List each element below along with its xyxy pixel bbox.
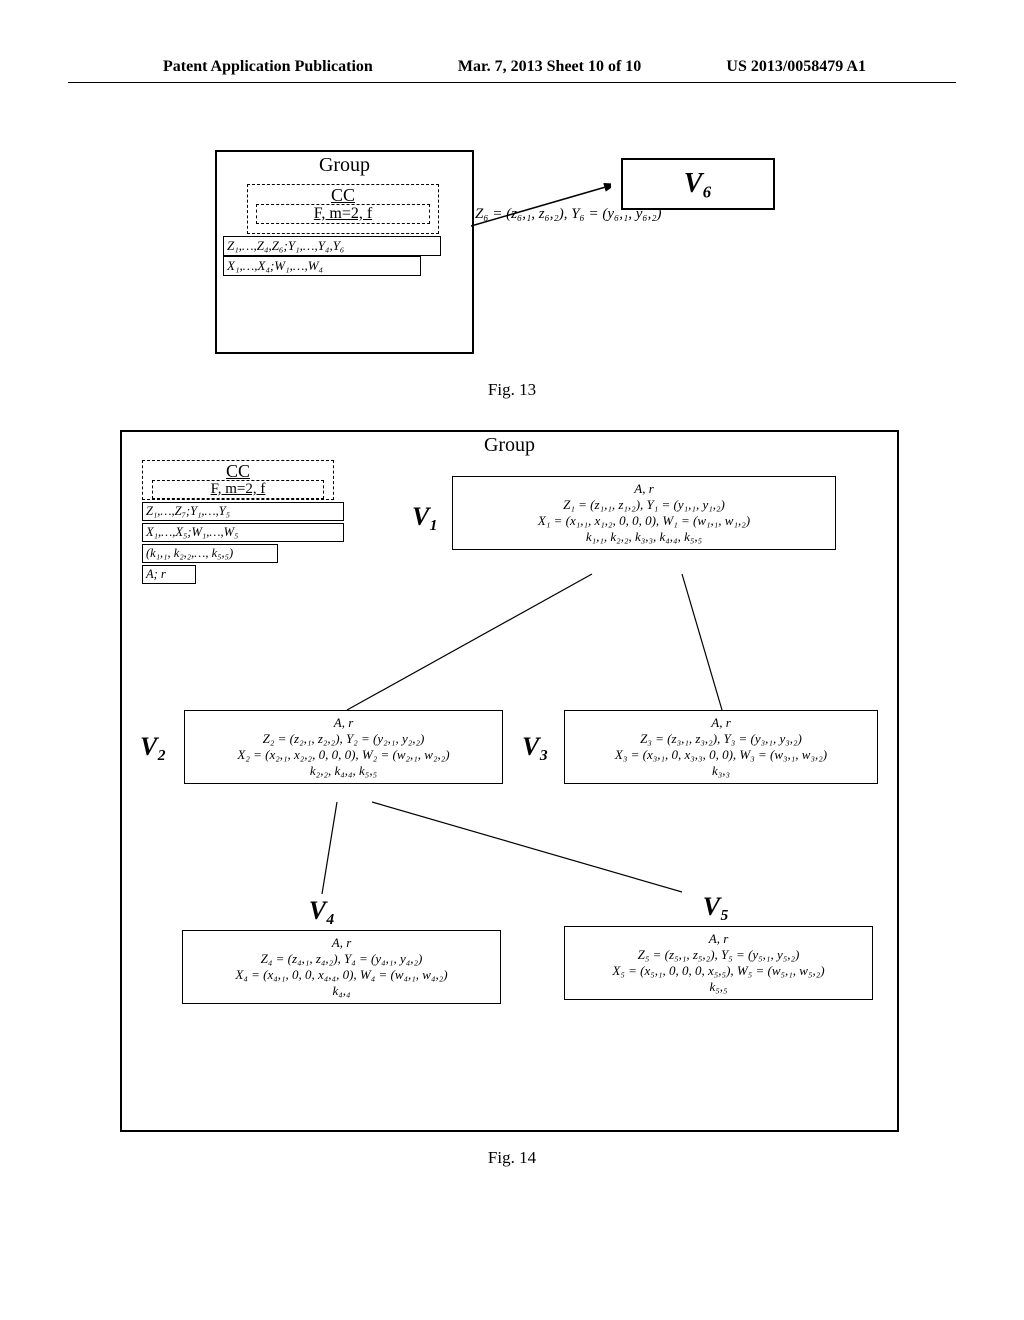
v1-label: V₁: [412, 502, 438, 532]
v4-box: A, r Z₄ = (z₄,₁, z₄,₂), Y₄ = (y₄,₁, y₄,₂…: [182, 930, 501, 1004]
param-row-xw: X₁,…,X₄;W₁,…,W₄: [223, 256, 421, 276]
param-row-zy: Z₁,…,Z₇;Y₁,…,Y₅: [142, 502, 344, 521]
v1-box: A, r Z₁ = (z₁,₁, z₁,₂), Y₁ = (y₁,₁, y₁,₂…: [452, 476, 836, 550]
v1-ar: A, r: [459, 481, 829, 497]
v6-box: V₆: [621, 158, 775, 210]
v4-label: V₄: [292, 896, 352, 926]
v3-k: k₃,₃: [571, 763, 871, 779]
v4-k: k₄,₄: [189, 983, 494, 999]
v1-xw: X₁ = (x₁,₁, x₁,₂, 0, 0, 0), W₁ = (w₁,₁, …: [459, 513, 829, 529]
v2-label: V₂: [140, 732, 166, 762]
v1-zy: Z₁ = (z₁,₁, z₁,₂), Y₁ = (y₁,₁, y₁,₂): [459, 497, 829, 513]
v5-xw: X₅ = (x₅,₁, 0, 0, 0, x₅,₅), W₅ = (w₅,₁, …: [571, 963, 866, 979]
cc-cluster: CC F, m=2, f Z₁,…,Z₇;Y₁,…,Y₅ X₁,…,X₅;W₁,…: [142, 460, 362, 584]
v2-zy: Z₂ = (z₂,₁, z₂,₂), Y₂ = (y₂,₁, y₂,₂): [191, 731, 496, 747]
group-box: Group CC F, m=2, f Z₁,…,Z₄,Z₆;Y₁,…,Y₄,Y₆…: [215, 150, 474, 354]
v3-ar: A, r: [571, 715, 871, 731]
param-row-k: (k₁,₁, k₂,₂,…, k₅,₅): [142, 544, 278, 563]
page-header: Patent Application Publication Mar. 7, 2…: [68, 0, 956, 83]
v5-box: A, r Z₅ = (z₅,₁, z₅,₂), Y₅ = (y₅,₁, y₅,₂…: [564, 926, 873, 1000]
v2-box: A, r Z₂ = (z₂,₁, z₂,₂), Y₂ = (y₂,₁, y₂,₂…: [184, 710, 503, 784]
v4-ar: A, r: [189, 935, 494, 951]
header-left: Patent Application Publication: [163, 58, 373, 76]
v3-zy: Z₃ = (z₃,₁, z₃,₂), Y₃ = (y₃,₁, y₃,₂): [571, 731, 871, 747]
v5-zy: Z₅ = (z₅,₁, z₅,₂), Y₅ = (y₅,₁, y₅,₂): [571, 947, 866, 963]
figure-14-caption: Fig. 14: [0, 1148, 1024, 1168]
v1-k: k₁,₁, k₂,₂, k₃,₃, k₄,₄, k₅,₅: [459, 529, 829, 545]
param-row-xw: X₁,…,X₅;W₁,…,W₅: [142, 523, 344, 542]
param-row-zy: Z₁,…,Z₄,Z₆;Y₁,…,Y₄,Y₆: [223, 236, 441, 256]
v4-zy: Z₄ = (z₄,₁, z₄,₂), Y₄ = (y₄,₁, y₄,₂): [189, 951, 494, 967]
v6-label: V₆: [684, 168, 712, 199]
group-label: Group: [217, 154, 472, 177]
header-right: US 2013/0058479 A1: [726, 58, 866, 76]
figure-13-caption: Fig. 13: [0, 380, 1024, 400]
cc-label: CC: [226, 461, 250, 481]
v3-box: A, r Z₃ = (z₃,₁, z₃,₂), Y₃ = (y₃,₁, y₃,₂…: [564, 710, 878, 784]
cc-label: CC: [331, 185, 355, 205]
v2-k: k₂,₂, k₄,₄, k₅,₅: [191, 763, 496, 779]
param-row-ar: A; r: [142, 565, 196, 584]
figure-14: Group CC F, m=2, f Z₁,…,Z₇;Y₁,…,Y₅ X₁,…,…: [120, 430, 899, 1132]
group-label: Group: [122, 434, 897, 457]
v5-ar: A, r: [571, 931, 866, 947]
v5-k: k₅,₅: [571, 979, 866, 995]
v3-xw: X₃ = (x₃,₁, 0, x₃,₃, 0, 0), W₃ = (w₃,₁, …: [571, 747, 871, 763]
f-line: F, m=2, f: [256, 204, 430, 224]
header-middle: Mar. 7, 2013 Sheet 10 of 10: [458, 58, 641, 76]
v2-ar: A, r: [191, 715, 496, 731]
f-line: F, m=2, f: [152, 480, 324, 499]
figure-13: Group CC F, m=2, f Z₁,…,Z₄,Z₆;Y₁,…,Y₄,Y₆…: [215, 150, 775, 380]
v2-xw: X₂ = (x₂,₁, x₂,₂, 0, 0, 0), W₂ = (w₂,₁, …: [191, 747, 496, 763]
cc-box: CC F, m=2, f: [247, 184, 439, 234]
cc-box: CC F, m=2, f: [142, 460, 334, 500]
v5-label: V₅: [686, 892, 746, 922]
v4-xw: X₄ = (x₄,₁, 0, 0, x₄,₄, 0), W₄ = (w₄,₁, …: [189, 967, 494, 983]
v3-label: V₃: [522, 732, 548, 762]
